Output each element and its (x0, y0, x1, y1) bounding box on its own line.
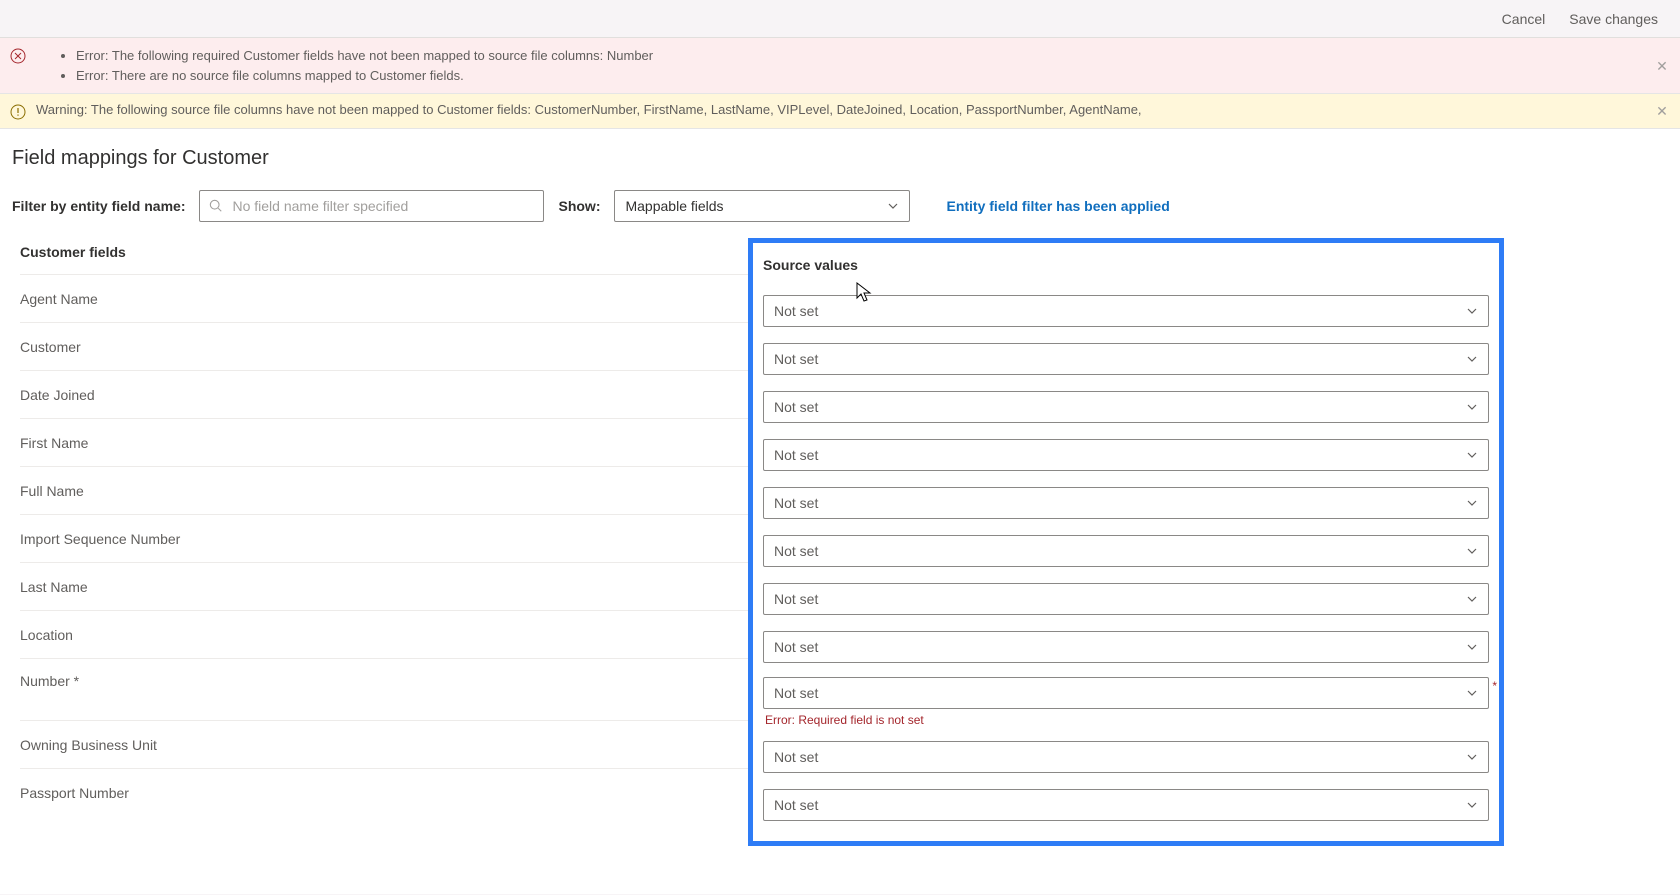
error-alert: Error: The following required Customer f… (0, 38, 1680, 94)
source-value-row: Not set (763, 335, 1489, 383)
error-alert-body: Error: The following required Customer f… (36, 46, 1670, 85)
chevron-down-icon (1466, 545, 1478, 557)
show-filter-select[interactable]: Mappable fields (614, 190, 910, 222)
field-label: Agent Name (20, 274, 748, 322)
filter-label: Filter by entity field name: (12, 198, 185, 214)
source-values-header: Source values (763, 251, 1489, 287)
source-value-text: Not set (774, 749, 818, 765)
customer-fields-header: Customer fields (20, 238, 748, 274)
field-label: Date Joined (20, 370, 748, 418)
save-changes-button[interactable]: Save changes (1563, 7, 1664, 31)
source-value-text: Not set (774, 797, 818, 813)
chevron-down-icon (1466, 497, 1478, 509)
page-title: Field mappings for Customer (12, 147, 1668, 170)
source-value-row: Not set (763, 431, 1489, 479)
field-label: Owning Business Unit (20, 720, 748, 768)
required-marker-icon: * (1492, 679, 1497, 693)
source-value-select[interactable]: Not set (763, 631, 1489, 663)
field-label: Customer (20, 322, 748, 370)
source-value-row: Not set (763, 575, 1489, 623)
error-alert-item: Error: The following required Customer f… (76, 46, 1670, 66)
source-value-select[interactable]: Not set (763, 343, 1489, 375)
chevron-down-icon (1466, 751, 1478, 763)
field-error-text: Error: Required field is not set (763, 713, 1489, 727)
source-value-text: Not set (774, 591, 818, 607)
field-label: Passport Number (20, 768, 748, 816)
chevron-down-icon (1466, 593, 1478, 605)
source-value-text: Not set (774, 351, 818, 367)
content-area: Field mappings for Customer Filter by en… (0, 129, 1680, 894)
source-value-select[interactable]: Not set (763, 295, 1489, 327)
source-value-row: Not set (763, 733, 1489, 781)
source-value-row: Not set (763, 479, 1489, 527)
chevron-down-icon (1466, 401, 1478, 413)
chevron-down-icon (1466, 449, 1478, 461)
field-label: Full Name (20, 466, 748, 514)
source-value-text: Not set (774, 543, 818, 559)
source-value-text: Not set (774, 639, 818, 655)
field-label: Location (20, 610, 748, 658)
chevron-down-icon (1466, 799, 1478, 811)
source-value-text: Not set (774, 447, 818, 463)
show-label: Show: (558, 198, 600, 214)
source-value-row: Not set (763, 623, 1489, 671)
source-value-select[interactable]: Not set (763, 487, 1489, 519)
source-value-select[interactable]: Not set (763, 741, 1489, 773)
field-label: First Name (20, 418, 748, 466)
source-value-select[interactable]: Not set (763, 583, 1489, 615)
filter-row: Filter by entity field name: Show: Mappa… (12, 190, 1668, 222)
field-label-required: Number * (20, 658, 748, 720)
chevron-down-icon (1466, 305, 1478, 317)
source-value-row: Not set (763, 527, 1489, 575)
chevron-down-icon (1466, 353, 1478, 365)
chevron-down-icon (1466, 641, 1478, 653)
field-label: Import Sequence Number (20, 514, 748, 562)
source-value-row: Not set (763, 781, 1489, 829)
source-value-select[interactable]: Not set (763, 677, 1489, 709)
source-value-text: Not set (774, 495, 818, 511)
chevron-down-icon (887, 200, 899, 212)
source-value-text: Not set (774, 685, 818, 701)
cancel-button[interactable]: Cancel (1496, 7, 1552, 31)
chevron-down-icon (1466, 687, 1478, 699)
source-value-select[interactable]: Not set (763, 439, 1489, 471)
filter-applied-message: Entity field filter has been applied (946, 198, 1169, 214)
show-filter-value: Mappable fields (625, 198, 723, 214)
customer-fields-column: Customer fields Agent Name Customer Date… (12, 238, 748, 816)
warning-alert-body: Warning: The following source file colum… (36, 102, 1670, 117)
warning-circle-icon (10, 104, 26, 120)
source-value-row: Not set (763, 287, 1489, 335)
source-value-select[interactable]: Not set (763, 391, 1489, 423)
source-value-select[interactable]: Not set (763, 535, 1489, 567)
close-icon[interactable]: ✕ (1654, 58, 1670, 74)
search-icon (209, 199, 223, 213)
source-value-row: Not set (763, 383, 1489, 431)
warning-alert-text: Warning: The following source file colum… (36, 102, 1142, 117)
source-values-column: Source values Not set Not set Not set (748, 238, 1504, 846)
source-value-text: Not set (774, 303, 818, 319)
source-value-text: Not set (774, 399, 818, 415)
warning-alert: Warning: The following source file colum… (0, 94, 1680, 129)
source-value-row-required: Not set * Error: Required field is not s… (763, 671, 1489, 733)
error-circle-icon (10, 48, 26, 64)
search-input-wrap (199, 190, 544, 222)
field-label: Last Name (20, 562, 748, 610)
close-icon[interactable]: ✕ (1654, 103, 1670, 119)
top-action-bar: Cancel Save changes (0, 0, 1680, 38)
source-value-select[interactable]: Not set (763, 789, 1489, 821)
mapping-columns: Customer fields Agent Name Customer Date… (12, 238, 1668, 846)
filter-by-name-input[interactable] (199, 190, 544, 222)
error-alert-item: Error: There are no source file columns … (76, 66, 1670, 86)
